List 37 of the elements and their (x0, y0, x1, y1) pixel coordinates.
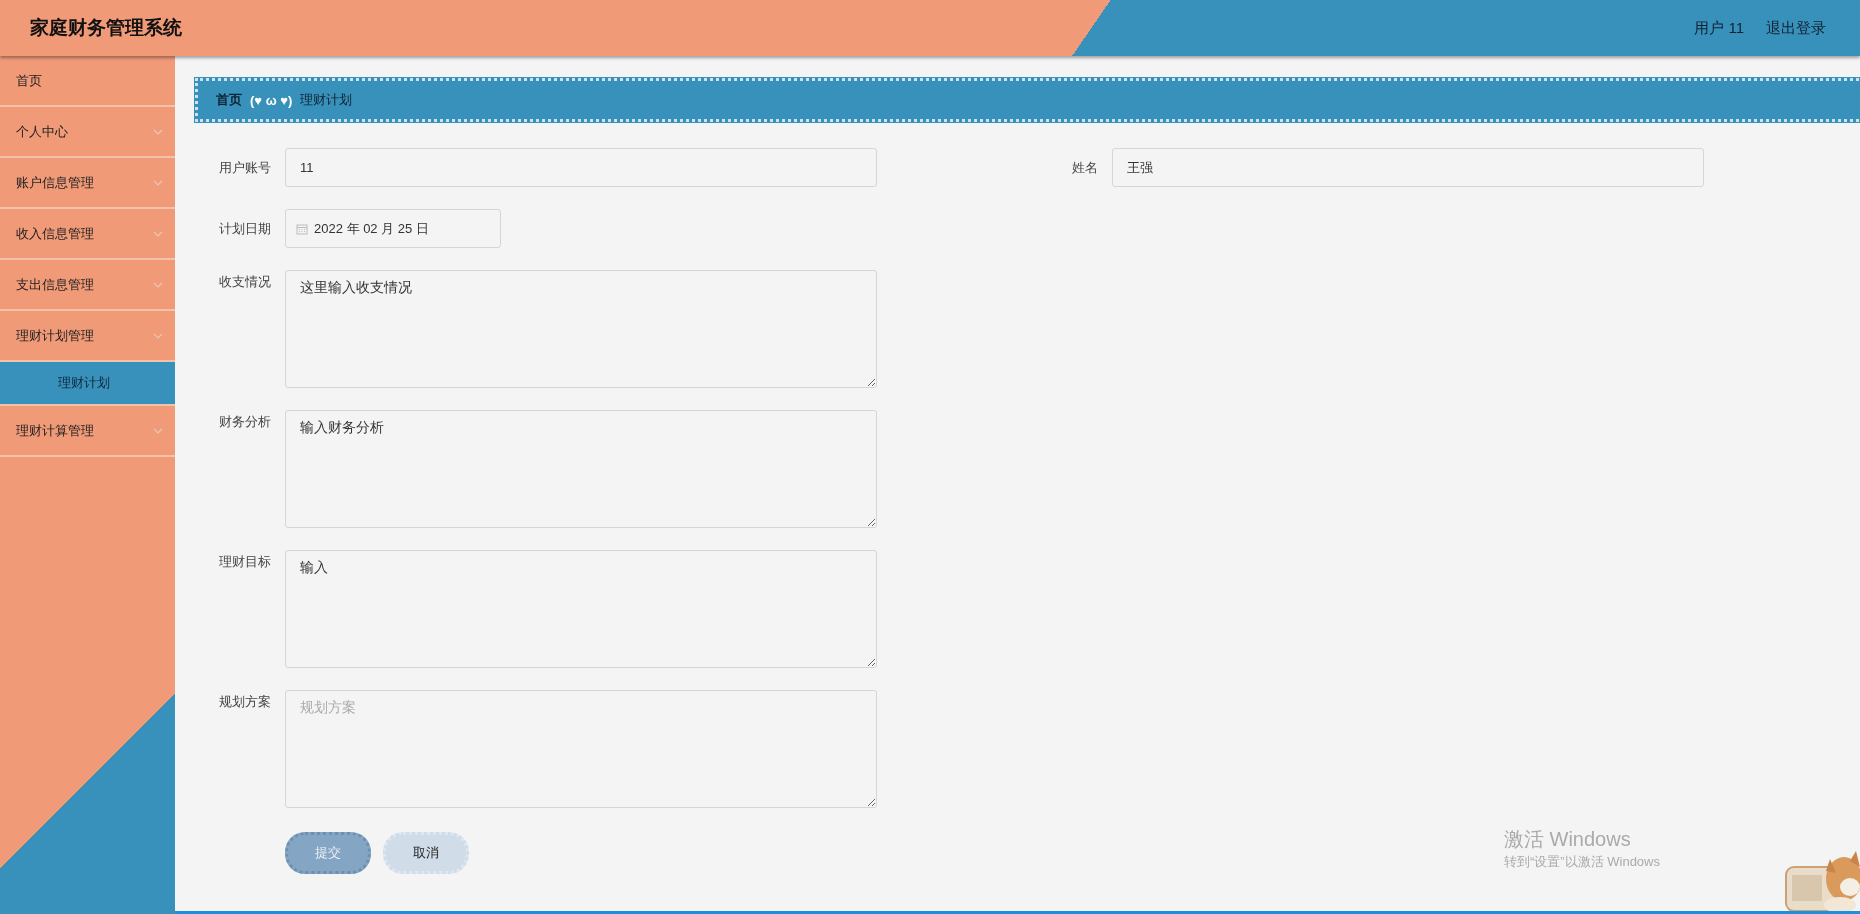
chevron-icon (153, 179, 163, 186)
field-label: 用户账号 (218, 159, 271, 177)
text-area[interactable]: 规划方案 (285, 690, 877, 808)
chevron-icon (153, 427, 163, 434)
chevron-icon (153, 281, 163, 288)
chevron-icon (153, 128, 163, 135)
input-field[interactable]: 王强 (1112, 148, 1704, 187)
text-area[interactable]: 输入财务分析 (285, 410, 877, 528)
logout-link[interactable]: 退出登录 (1766, 18, 1826, 38)
cancel-button[interactable]: 取消 (383, 832, 469, 874)
field-label: 规划方案 (218, 693, 271, 711)
menu-label: 理财计划管理 (16, 326, 94, 345)
breadcrumb-link[interactable]: 首页 (216, 91, 242, 109)
field-label: 收支情况 (218, 273, 271, 291)
calendar-icon (296, 222, 308, 235)
chevron-icon (153, 230, 163, 237)
field-label: 姓名 (1071, 159, 1098, 177)
menu-label: 理财计算管理 (16, 421, 94, 440)
breadcrumb-separator: (♥ ω ♥) (250, 92, 293, 108)
breadcrumb-current: 理财计划 (300, 91, 353, 109)
menu-label: 收入信息管理 (16, 224, 94, 243)
input-field[interactable]: 11 (285, 148, 877, 187)
menu-label: 支出信息管理 (16, 275, 94, 294)
text-area[interactable]: 输入 (285, 550, 877, 668)
field-label: 理财目标 (218, 553, 271, 571)
text-area[interactable]: 这里输入收支情况 (285, 270, 877, 388)
activation-hint: 转到“设置”以激活 Windows (1504, 853, 1660, 871)
activation-title: 激活 Windows (1504, 827, 1632, 852)
menu-label: 个人中心 (16, 122, 68, 141)
submenu-item[interactable]: 理财计划 (0, 362, 175, 406)
chevron-icon (153, 332, 163, 339)
menu-label: 账户信息管理 (16, 173, 94, 192)
field-label: 财务分析 (218, 413, 271, 431)
field-label: 计划日期 (218, 220, 271, 238)
user-label: 用户 11 (1694, 18, 1744, 38)
app-title: 家庭财务管理系统 (30, 16, 182, 40)
date-field[interactable]: 2022 年 02 月 25 日 (285, 209, 501, 248)
